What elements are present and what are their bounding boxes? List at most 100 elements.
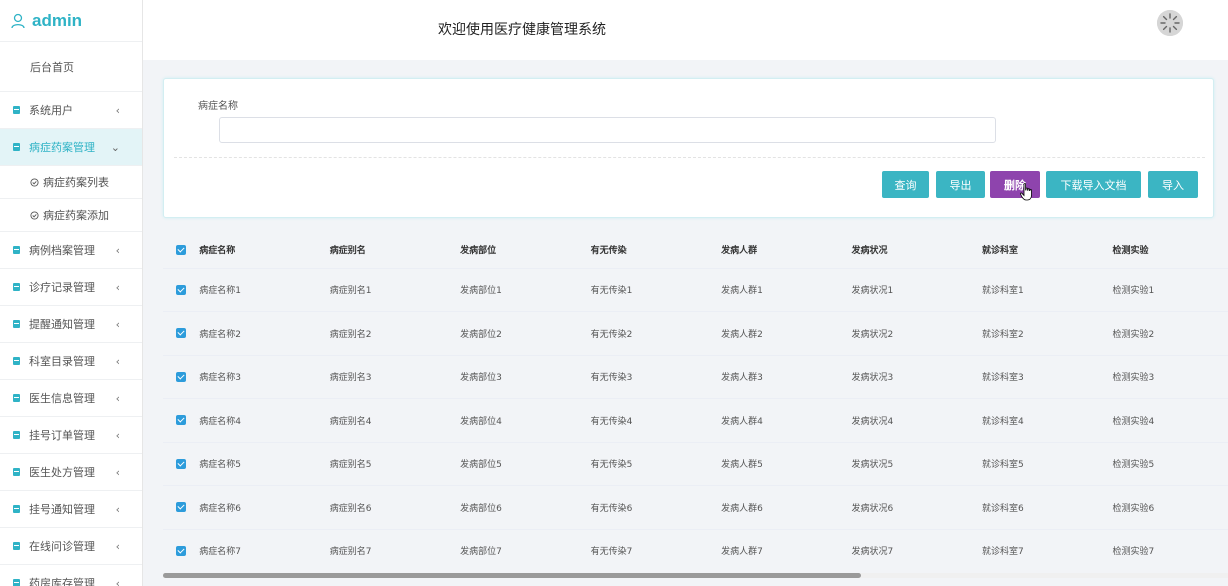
user-icon	[11, 13, 25, 28]
sidebar-item-treatment-records[interactable]: 诊疗记录管理 ‹	[0, 269, 142, 306]
sidebar-item-registration-orders[interactable]: 挂号订单管理 ‹	[0, 417, 142, 454]
table-cell: 有无传染4	[590, 398, 722, 443]
table-cell: 病症名称2	[199, 311, 330, 356]
sidebar-item-pharmacy-stock[interactable]: 药房库存管理 ‹	[0, 565, 142, 586]
row-select-cell	[163, 268, 200, 312]
table-row[interactable]: 病症名称6 病症别名6 发病部位6 有无传染6 发病人群6 发病状况6 就诊科室6 检测实验6	[163, 485, 1228, 530]
sidebar: admin 后台首页 系统用户 ‹ 病症药案管理 ⌄ 病症药案列表 病症药案添加…	[0, 0, 143, 586]
table-cell: 发病状况5	[851, 442, 982, 486]
column-header[interactable]: 病症名称	[199, 232, 330, 269]
horizontal-scrollbar[interactable]	[163, 573, 1228, 578]
column-header[interactable]: 有无传染	[590, 232, 722, 269]
table-row[interactable]: 病症名称3 病症别名3 发病部位3 有无传染3 发病人群3 发病状况3 就诊科室3 检测实验3	[163, 355, 1228, 399]
table-cell: 病症别名2	[329, 311, 461, 356]
table-cell: 发病部位7	[460, 529, 591, 572]
document-icon	[13, 357, 20, 365]
table-row[interactable]: 病症名称2 病症别名2 发病部位2 有无传染2 发病人群2 发病状况2 就诊科室2 检测实验2	[163, 311, 1228, 356]
sidebar-item-disease-cases[interactable]: 病症药案管理 ⌄	[0, 129, 142, 166]
sidebar-item-reminders[interactable]: 提醒通知管理 ‹	[0, 306, 142, 343]
sidebar-item-system-users[interactable]: 系统用户 ‹	[0, 92, 142, 129]
sidebar-item-online-consultation[interactable]: 在线问诊管理 ‹	[0, 528, 142, 565]
column-header[interactable]: 检测实验	[1112, 232, 1228, 269]
row-checkbox[interactable]	[176, 371, 187, 382]
sidebar-item-doctors[interactable]: 医生信息管理 ‹	[0, 380, 142, 417]
sidebar-item-label: 药房库存管理	[29, 577, 95, 586]
select-all-cell	[163, 232, 200, 269]
row-select-cell	[163, 355, 200, 399]
table-cell: 发病状况7	[851, 529, 982, 572]
import-button[interactable]: 导入	[1148, 171, 1198, 198]
table-cell: 病症别名5	[329, 442, 461, 486]
row-checkbox[interactable]	[176, 328, 187, 338]
document-icon	[13, 431, 20, 439]
query-button[interactable]: 查询	[882, 171, 929, 198]
sidebar-item-departments[interactable]: 科室目录管理 ‹	[0, 343, 142, 380]
table-row[interactable]: 病症名称5 病症别名5 发病部位5 有无传染5 发病人群5 发病状况5 就诊科室5 检测实验5	[163, 442, 1228, 486]
chevron-left-icon: ‹	[115, 466, 120, 479]
table-cell: 发病人群7	[721, 529, 852, 572]
column-header[interactable]: 就诊科室	[981, 232, 1113, 269]
table-cell: 有无传染1	[590, 268, 722, 312]
column-header[interactable]: 病症别名	[329, 232, 461, 269]
avatar[interactable]	[1157, 10, 1183, 36]
sidebar-item-label: 诊疗记录管理	[29, 281, 95, 294]
column-header[interactable]: 发病人群	[721, 232, 852, 269]
table-row[interactable]: 病症名称7 病症别名7 发病部位7 有无传染7 发病人群7 发病状况7 就诊科室7 检测实验7	[163, 529, 1228, 572]
table-cell: 发病部位4	[460, 398, 591, 443]
table-row[interactable]: 病症名称4 病症别名4 发病部位4 有无传染4 发病人群4 发病状况4 就诊科室4 检测实验4	[163, 398, 1228, 443]
disease-name-input[interactable]	[219, 117, 996, 143]
sidebar-item-label: 科室目录管理	[29, 355, 95, 368]
download-template-button[interactable]: 下载导入文档	[1046, 171, 1141, 198]
chevron-left-icon: ‹	[115, 577, 120, 586]
table-cell: 就诊科室7	[981, 529, 1113, 572]
export-button[interactable]: 导出	[936, 171, 985, 198]
document-icon	[13, 505, 20, 513]
column-header[interactable]: 发病部位	[460, 232, 591, 269]
row-checkbox[interactable]	[176, 545, 187, 556]
table-body: 病症名称1 病症别名1 发病部位1 有无传染1 发病人群1 发病状况1 就诊科室1 检测实验1…	[163, 268, 1228, 572]
sidebar-item-label: 病症药案管理	[29, 141, 95, 154]
select-all-checkbox[interactable]	[176, 244, 187, 255]
table-cell: 发病部位2	[460, 311, 591, 356]
table-cell: 就诊科室5	[981, 442, 1113, 486]
document-icon	[13, 542, 20, 550]
sidebar-item-label: 医生处方管理	[29, 466, 95, 479]
sidebar-subitem-case-add[interactable]: 病症药案添加	[0, 199, 142, 232]
sidebar-item-label: 提醒通知管理	[29, 318, 95, 331]
table-cell: 发病部位6	[460, 485, 591, 530]
table-cell: 发病人群3	[721, 355, 852, 399]
avatar-icon	[1157, 10, 1183, 36]
row-checkbox[interactable]	[176, 415, 187, 425]
check-circle-icon	[30, 210, 39, 220]
row-select-cell	[163, 529, 200, 572]
table-cell: 病症名称5	[199, 442, 330, 486]
row-select-cell	[163, 398, 200, 443]
scrollbar-thumb[interactable]	[163, 573, 861, 578]
table-cell: 检测实验5	[1112, 442, 1228, 486]
sidebar-subitem-case-list[interactable]: 病症药案列表	[0, 166, 142, 199]
chevron-left-icon: ‹	[115, 429, 120, 442]
sidebar-item-home[interactable]: 后台首页	[0, 42, 142, 92]
table-cell: 检测实验2	[1112, 311, 1228, 356]
document-icon	[13, 246, 20, 254]
page-title: 欢迎使用医疗健康管理系统	[438, 22, 606, 38]
table-cell: 病症别名1	[329, 268, 461, 312]
table-cell: 病症名称6	[199, 485, 330, 530]
sidebar-item-medical-records[interactable]: 病例档案管理 ‹	[0, 232, 142, 269]
sidebar-item-prescriptions[interactable]: 医生处方管理 ‹	[0, 454, 142, 491]
data-table: 病症名称 病症别名 发病部位 有无传染 发病人群 发病状况 就诊科室 检测实验 …	[163, 232, 1228, 572]
sidebar-item-label: 在线问诊管理	[29, 540, 95, 553]
column-header[interactable]: 发病状况	[851, 232, 982, 269]
table-cell: 发病状况3	[851, 355, 982, 399]
brand: admin	[0, 0, 142, 42]
row-checkbox[interactable]	[176, 502, 187, 512]
sidebar-item-registration-notices[interactable]: 挂号通知管理 ‹	[0, 491, 142, 528]
table-cell: 有无传染2	[590, 311, 722, 356]
table-cell: 发病人群2	[721, 311, 852, 356]
row-checkbox[interactable]	[176, 458, 187, 469]
table-row[interactable]: 病症名称1 病症别名1 发病部位1 有无传染1 发病人群1 发病状况1 就诊科室1 检测实验1	[163, 268, 1228, 312]
row-checkbox[interactable]	[176, 284, 187, 295]
table-cell: 发病状况1	[851, 268, 982, 312]
table-cell: 检测实验1	[1112, 268, 1228, 312]
chevron-down-icon: ⌄	[110, 141, 120, 154]
